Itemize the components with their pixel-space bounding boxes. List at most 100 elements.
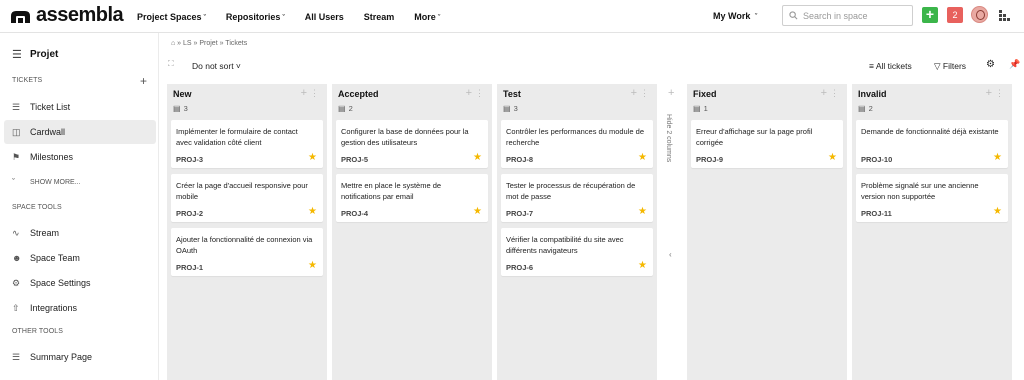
card-title: Tester le processus de récupération de m…	[506, 181, 636, 201]
add-card-icon[interactable]: +	[631, 87, 637, 99]
card-title: Configurer la base de données pour la ge…	[341, 127, 469, 147]
integrations-icon: ⇧	[12, 302, 20, 313]
ticket-card[interactable]: Mettre en place le système de notificati…	[336, 174, 488, 222]
star-icon[interactable]: ★	[993, 206, 1002, 217]
team-icon: ☻	[12, 253, 22, 263]
card-id: PROJ-8	[506, 155, 534, 164]
sidebar-item-space-team[interactable]: ☻ Space Team	[4, 246, 156, 270]
nav-stream[interactable]: Stream	[364, 12, 395, 22]
card-id: PROJ-10	[861, 155, 893, 164]
ticket-card[interactable]: Configurer la base de données pour la ge…	[336, 120, 488, 168]
ticket-card[interactable]: Vérifier la compatibilité du site avec d…	[501, 228, 653, 276]
apps-grid-icon[interactable]	[999, 10, 1010, 21]
breadcrumb[interactable]: ⌂ » LS » Projet » Tickets	[171, 40, 247, 47]
add-card-icon[interactable]: +	[301, 87, 307, 99]
ticket-card[interactable]: Erreur d'affichage sur la page profil co…	[691, 120, 843, 168]
star-icon[interactable]: ★	[308, 206, 317, 217]
pin-icon[interactable]: 📌	[1009, 59, 1020, 70]
card-id: PROJ-6	[506, 263, 534, 272]
nav-project-spaces[interactable]: Project Spaces ˇ	[137, 12, 206, 22]
star-icon[interactable]: ★	[638, 206, 647, 217]
column-title: Test	[503, 89, 521, 99]
project-selector[interactable]: ☰ Projet	[12, 48, 58, 61]
nav-repositories[interactable]: Repositories ˇ	[226, 12, 285, 22]
star-icon[interactable]: ★	[993, 152, 1002, 163]
stream-icon: ∿	[12, 227, 20, 238]
column-menu-icon[interactable]: ⋮	[640, 88, 649, 99]
show-more-label: SHOW MORE...	[30, 178, 81, 186]
section-space-tools: SPACE TOOLS	[12, 204, 62, 211]
search-icon	[789, 11, 798, 20]
avatar[interactable]	[971, 6, 988, 23]
gear-icon[interactable]: ⚙	[986, 59, 995, 70]
add-button[interactable]: +	[922, 7, 938, 23]
column-title: Invalid	[858, 89, 887, 99]
hidden-columns-toggle[interactable]: + Hide 2 columns ‹	[662, 84, 682, 380]
add-card-icon[interactable]: +	[986, 87, 992, 99]
star-icon[interactable]: ★	[638, 152, 647, 163]
sidebar-item-label: Summary Page	[30, 352, 93, 362]
card-title: Problème signalé sur une ancienne versio…	[861, 181, 979, 201]
notifications-badge[interactable]: 2	[947, 7, 963, 23]
top-nav: Project Spaces ˇ Repositories ˇ All Users …	[137, 0, 460, 33]
ticket-card[interactable]: Implémenter le formulaire de contact ave…	[171, 120, 323, 168]
sidebar-item-stream[interactable]: ∿ Stream	[4, 221, 156, 245]
add-column-icon[interactable]: +	[668, 87, 674, 99]
search-input[interactable]	[803, 10, 908, 21]
sidebar-show-more[interactable]: ˇ SHOW MORE...	[4, 170, 156, 194]
column-count: ▤ 1	[693, 104, 708, 113]
column-count: ▤ 3	[173, 104, 188, 113]
add-card-icon[interactable]: +	[466, 87, 472, 99]
star-icon[interactable]: ★	[638, 260, 647, 271]
column-menu-icon[interactable]: ⋮	[830, 88, 839, 99]
count-value: 1	[703, 104, 708, 113]
sidebar-item-cardwall[interactable]: ◫ Cardwall	[4, 120, 156, 144]
card-title: Créer la page d'accueil responsive pour …	[176, 181, 308, 201]
book-icon: ▤	[858, 104, 866, 113]
ticket-card[interactable]: Contrôler les performances du module de …	[501, 120, 653, 168]
expand-icon[interactable]: ⛶	[168, 59, 174, 69]
chevron-down-icon: ˇ	[12, 177, 15, 187]
column-menu-icon[interactable]: ⋮	[310, 88, 319, 99]
sort-dropdown[interactable]: Do not sort ˅	[192, 61, 241, 71]
nav-label: Repositories	[225, 11, 281, 22]
hamburger-icon[interactable]: ☰	[12, 48, 30, 61]
ticket-list-icon: ☰	[12, 101, 21, 112]
star-icon[interactable]: ★	[473, 206, 482, 217]
milestones-icon: ⚑	[12, 151, 21, 162]
section-other-tools: OTHER TOOLS	[12, 328, 64, 335]
card-title: Mettre en place le système de notificati…	[341, 181, 442, 201]
sidebar-item-label: Integrations	[30, 303, 78, 313]
sidebar-item-summary-page[interactable]: ☰ Summary Page	[4, 345, 156, 369]
my-work-menu[interactable]: My Work ˇ	[713, 11, 757, 21]
ticket-card[interactable]: Ajouter la fonctionnalité de connexion v…	[171, 228, 323, 276]
column-count: ▤ 2	[858, 104, 873, 113]
book-icon: ▤	[338, 104, 346, 113]
sidebar-item-space-settings[interactable]: ⚙ Space Settings	[4, 271, 156, 295]
star-icon[interactable]: ★	[473, 152, 482, 163]
add-ticket-icon[interactable]: +	[140, 74, 147, 88]
card-id: PROJ-11	[861, 209, 892, 218]
column-menu-icon[interactable]: ⋮	[475, 88, 484, 99]
book-icon: ▤	[503, 104, 511, 113]
sidebar-item-ticket-list[interactable]: ☰ Ticket List	[4, 95, 156, 119]
nav-all-users[interactable]: All Users	[305, 12, 344, 22]
ticket-card[interactable]: Demande de fonctionnalité déjà existante…	[856, 120, 1008, 168]
ticket-card[interactable]: Créer la page d'accueil responsive pour …	[171, 174, 323, 222]
sidebar-item-milestones[interactable]: ⚑ Milestones	[4, 145, 156, 169]
star-icon[interactable]: ★	[308, 152, 317, 163]
star-icon[interactable]: ★	[308, 260, 317, 271]
column-menu-icon[interactable]: ⋮	[995, 88, 1004, 99]
add-card-icon[interactable]: +	[821, 87, 827, 99]
ticket-card[interactable]: Problème signalé sur une ancienne versio…	[856, 174, 1008, 222]
column-title: New	[173, 89, 192, 99]
card-title: Demande de fonctionnalité déjà existante	[861, 127, 999, 136]
nav-more[interactable]: More ˇ	[414, 12, 440, 22]
filters-button[interactable]: ▽ Filters	[934, 61, 966, 72]
assembla-logo[interactable]: assembla	[9, 4, 124, 27]
all-tickets-button[interactable]: ≡ All tickets	[869, 61, 912, 71]
ticket-card[interactable]: Tester le processus de récupération de m…	[501, 174, 653, 222]
nav-label: Stream	[363, 11, 395, 22]
star-icon[interactable]: ★	[828, 152, 837, 163]
sidebar-item-integrations[interactable]: ⇧ Integrations	[4, 296, 156, 320]
